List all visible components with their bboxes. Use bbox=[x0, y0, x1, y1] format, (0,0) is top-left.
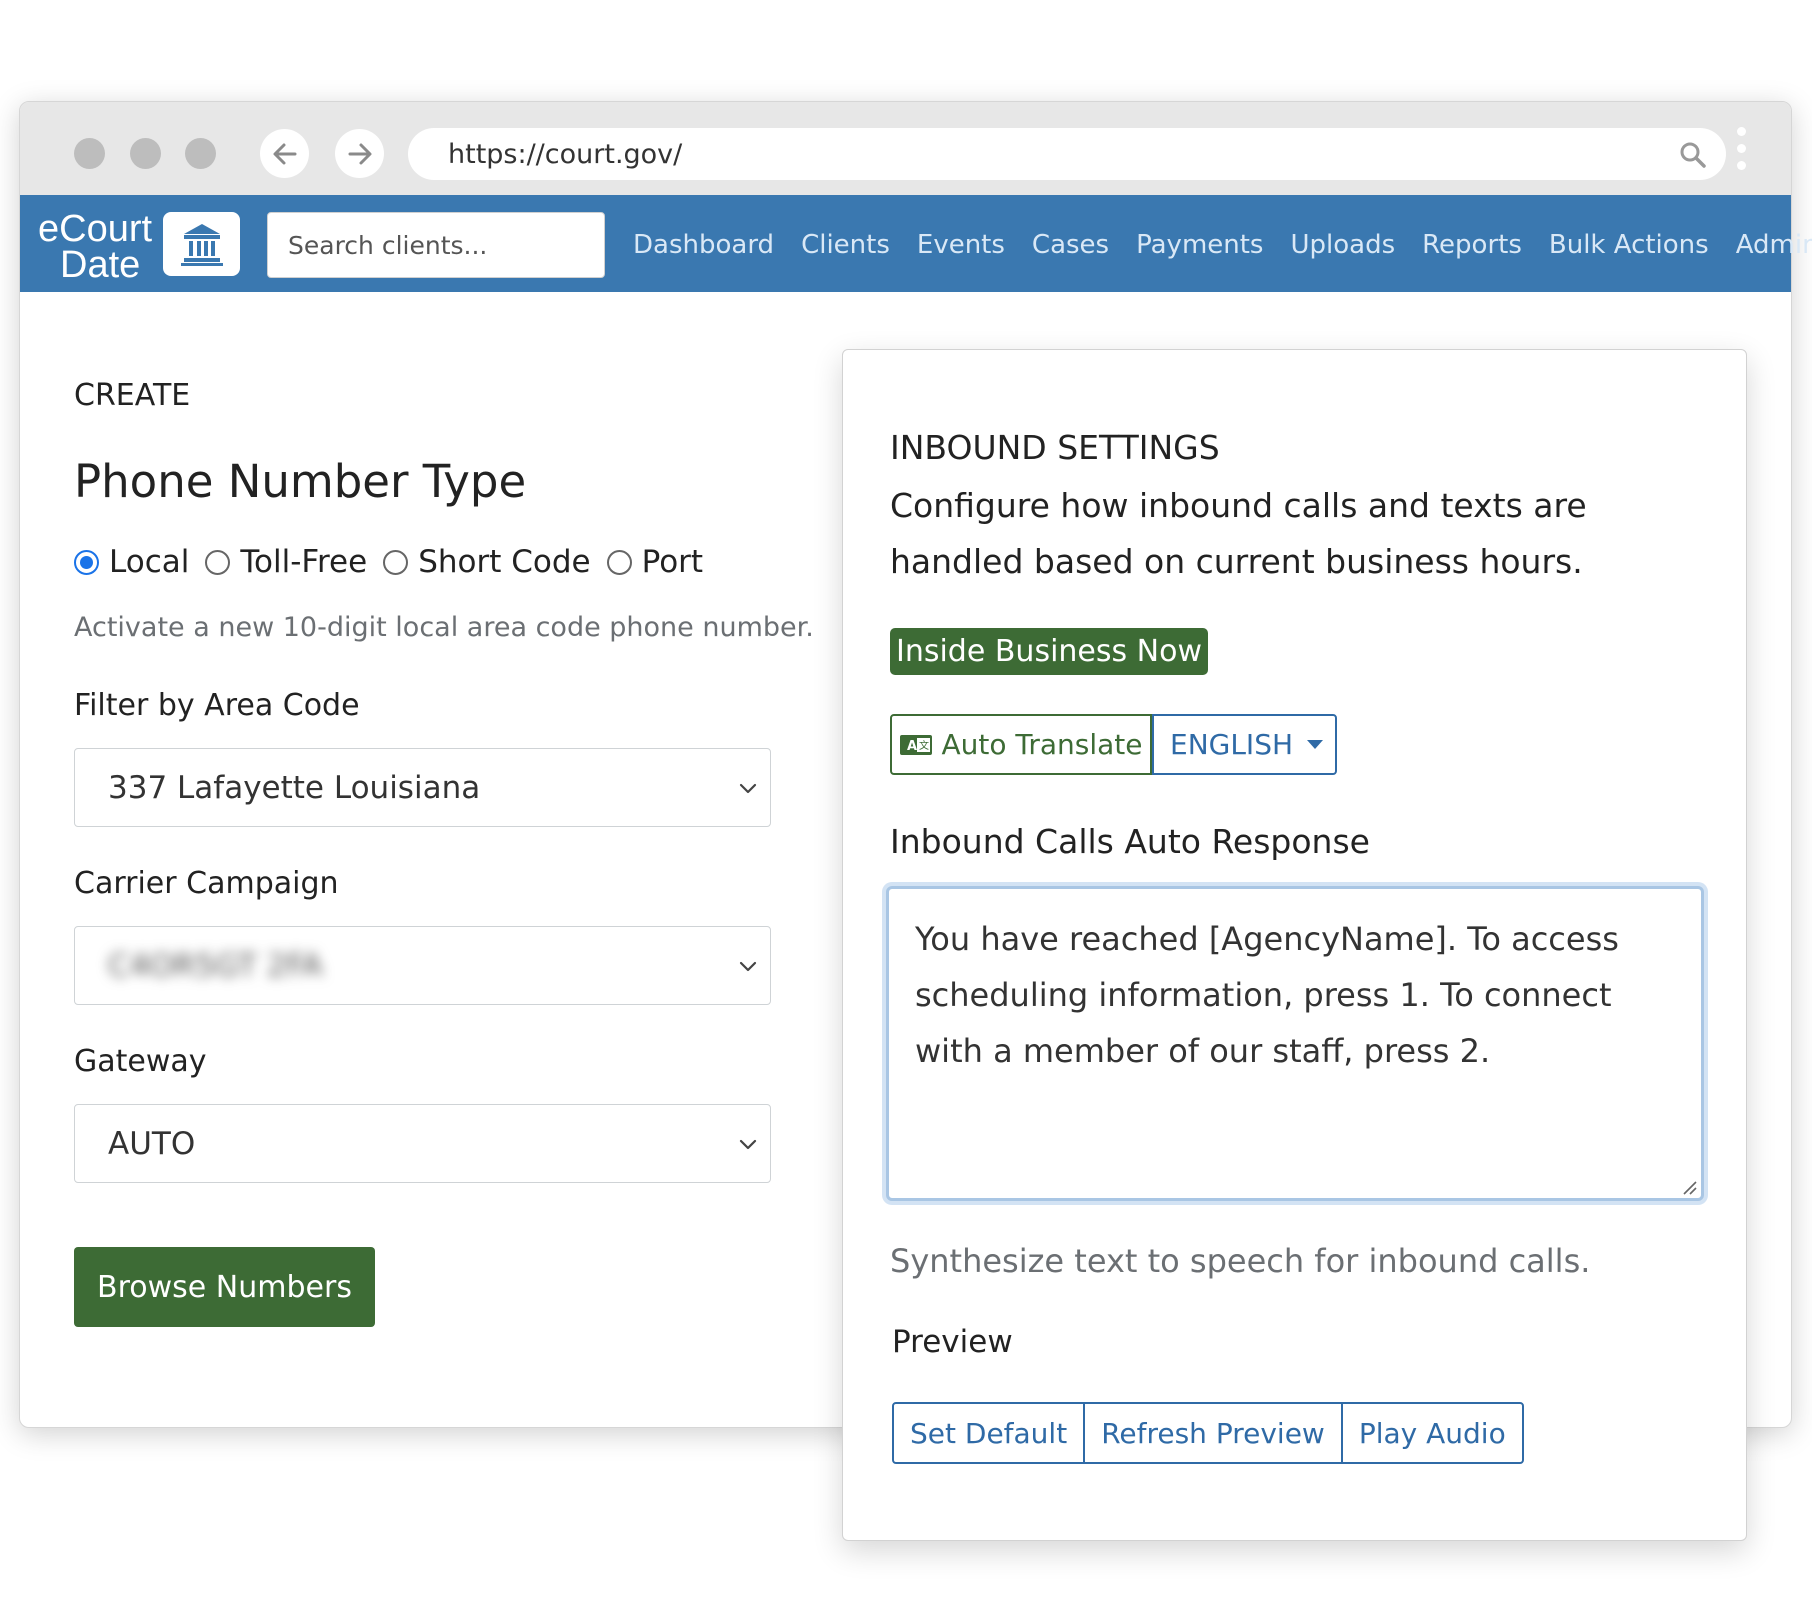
window-maximize-dot[interactable] bbox=[185, 138, 216, 169]
language-value: ENGLISH bbox=[1170, 728, 1294, 761]
play-audio-button[interactable]: Play Audio bbox=[1340, 1402, 1524, 1464]
radio-short-code-label: Short Code bbox=[418, 544, 591, 580]
nav-cases[interactable]: Cases bbox=[1032, 230, 1109, 260]
arrow-right-icon bbox=[348, 143, 371, 164]
carrier-campaign-label: Carrier Campaign bbox=[74, 866, 339, 901]
preview-button-group: Set Default Refresh Preview Play Audio bbox=[892, 1402, 1524, 1464]
translate-icon: A 文 bbox=[900, 734, 933, 755]
area-code-value: 337 Lafayette Louisiana bbox=[108, 769, 481, 806]
phone-type-help-text: Activate a new 10-digit local area code … bbox=[74, 612, 814, 643]
carrier-campaign-select[interactable]: C4OR5GT 2FA bbox=[74, 926, 771, 1005]
nav-admin[interactable]: Admin bbox=[1736, 230, 1812, 260]
create-section-label: CREATE bbox=[74, 378, 191, 413]
radio-short-code[interactable]: Short Code bbox=[383, 544, 591, 580]
app-logo-text[interactable]: eCourt Date bbox=[38, 208, 153, 286]
browser-menu-icon[interactable] bbox=[1735, 127, 1747, 179]
radio-port[interactable]: Port bbox=[606, 544, 704, 580]
set-default-button[interactable]: Set Default bbox=[892, 1402, 1086, 1464]
search-clients-input[interactable] bbox=[267, 212, 605, 278]
gateway-select[interactable]: AUTO bbox=[74, 1104, 771, 1183]
logo-line2: Date bbox=[60, 244, 141, 286]
nav-events[interactable]: Events bbox=[917, 230, 1005, 260]
radio-port-input[interactable] bbox=[606, 549, 632, 575]
window-minimize-dot[interactable] bbox=[130, 138, 161, 169]
nav-uploads[interactable]: Uploads bbox=[1290, 230, 1395, 260]
radio-local-input[interactable] bbox=[74, 549, 99, 575]
radio-local[interactable]: Local bbox=[74, 544, 189, 580]
gateway-value: AUTO bbox=[108, 1125, 196, 1162]
radio-local-label: Local bbox=[109, 544, 190, 580]
svg-text:A: A bbox=[907, 739, 917, 754]
language-dropdown[interactable]: ENGLISH bbox=[1152, 714, 1337, 775]
phone-type-radio-group: Local Toll-Free Short Code Port bbox=[74, 544, 719, 580]
resize-handle-icon[interactable] bbox=[1680, 1178, 1698, 1196]
area-code-select[interactable]: 337 Lafayette Louisiana bbox=[74, 748, 771, 827]
synthesize-help-text: Synthesize text to speech for inbound ca… bbox=[890, 1242, 1591, 1280]
search-icon[interactable] bbox=[1678, 140, 1708, 170]
browse-numbers-button[interactable]: Browse Numbers bbox=[74, 1247, 375, 1327]
logo-line1: eCourt bbox=[38, 208, 153, 250]
nav-bulk-actions[interactable]: Bulk Actions bbox=[1549, 230, 1709, 260]
carrier-campaign-value: C4OR5GT 2FA bbox=[108, 947, 323, 984]
window-close-dot[interactable] bbox=[74, 138, 105, 169]
preview-label: Preview bbox=[892, 1324, 1013, 1360]
auto-response-textarea[interactable]: You have reached [AgencyName]. To access… bbox=[886, 886, 1704, 1201]
nav-reports[interactable]: Reports bbox=[1422, 230, 1522, 260]
radio-toll-free-label: Toll-Free bbox=[240, 544, 368, 580]
browser-chrome: https://court.gov/ bbox=[20, 102, 1791, 196]
phone-number-type-heading: Phone Number Type bbox=[74, 455, 527, 508]
radio-toll-free-input[interactable] bbox=[205, 549, 231, 575]
back-button[interactable] bbox=[260, 129, 309, 178]
gateway-label: Gateway bbox=[74, 1044, 207, 1079]
courthouse-logo-icon[interactable] bbox=[163, 212, 240, 276]
radio-short-code-input[interactable] bbox=[383, 549, 409, 575]
inbound-settings-description: Configure how inbound calls and texts ar… bbox=[890, 486, 1587, 581]
chevron-down-icon bbox=[739, 1139, 757, 1150]
nav-dashboard[interactable]: Dashboard bbox=[633, 230, 774, 260]
chevron-down-icon bbox=[739, 783, 757, 794]
inbound-settings-heading: INBOUND SETTINGS bbox=[890, 428, 1220, 467]
forward-button[interactable] bbox=[335, 129, 384, 178]
svg-text:文: 文 bbox=[919, 739, 929, 752]
refresh-preview-button[interactable]: Refresh Preview bbox=[1083, 1402, 1343, 1464]
auto-translate-button[interactable]: A 文 Auto Translate bbox=[890, 714, 1152, 775]
caret-down-icon bbox=[1307, 740, 1324, 749]
nav-clients[interactable]: Clients bbox=[801, 230, 890, 260]
nav-payments[interactable]: Payments bbox=[1136, 230, 1263, 260]
address-bar[interactable]: https://court.gov/ bbox=[408, 128, 1726, 180]
main-nav: Dashboard Clients Events Cases Payments … bbox=[633, 230, 1812, 260]
radio-port-label: Port bbox=[641, 544, 704, 580]
area-code-label: Filter by Area Code bbox=[74, 688, 360, 723]
business-hours-status-badge: Inside Business Now bbox=[890, 628, 1208, 675]
arrow-left-icon bbox=[273, 143, 296, 164]
radio-toll-free[interactable]: Toll-Free bbox=[205, 544, 367, 580]
auto-translate-label: Auto Translate bbox=[941, 728, 1143, 761]
url-text: https://court.gov/ bbox=[448, 138, 683, 170]
auto-response-label: Inbound Calls Auto Response bbox=[890, 822, 1370, 861]
chevron-down-icon bbox=[739, 961, 757, 972]
